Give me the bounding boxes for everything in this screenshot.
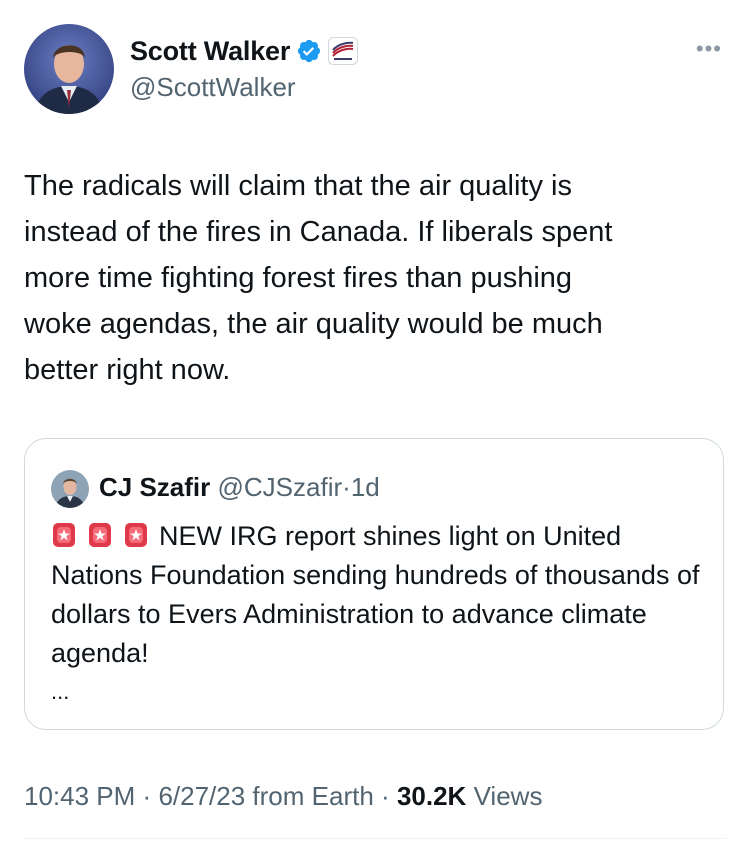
tweet-text: The radicals will claim that the air qua…	[24, 170, 613, 386]
more-options-icon[interactable]: •••	[696, 36, 722, 62]
verified-badge-icon[interactable]	[296, 38, 322, 64]
tweet-meta: 10:43 PM · 6/27/23 from Earth · 30.2K Vi…	[24, 778, 542, 814]
display-name-row: Scott Walker	[130, 34, 359, 68]
quoted-display-name[interactable]: CJ Szafir	[99, 472, 210, 502]
author-avatar[interactable]	[24, 24, 114, 114]
quoted-body: NEW IRG report shines light on United Na…	[51, 517, 711, 709]
author-handle[interactable]: @ScottWalker	[130, 72, 358, 103]
meta-separator: ·	[142, 781, 152, 811]
tweet-header: Scott Walker @ScottWalker •••	[24, 24, 726, 116]
views-label: Views	[473, 781, 543, 811]
quoted-handle[interactable]: @CJSzafir	[218, 472, 343, 502]
police-light-icon	[123, 521, 149, 549]
meta-separator: ·	[381, 781, 390, 811]
divider	[24, 838, 726, 839]
quoted-truncation: ...	[51, 679, 70, 704]
affiliation-flag-icon[interactable]	[328, 37, 359, 65]
police-light-icon	[87, 521, 113, 549]
views-count: 30.2K	[396, 781, 467, 811]
quoted-separator: ·	[342, 472, 351, 502]
tweet-source: from Earth	[252, 781, 374, 811]
tweet-time[interactable]: 10:43 PM	[24, 781, 135, 811]
quoted-tweet-card[interactable]: CJ Szafir @CJSzafir·1d NEW IRG report sh…	[24, 438, 724, 730]
quoted-header: CJ Szafir @CJSzafir·1d	[99, 469, 380, 505]
author-display-name[interactable]: Scott Walker	[130, 36, 290, 67]
quoted-timestamp[interactable]: 1d	[351, 472, 380, 502]
author-names: Scott Walker @ScottWalker	[130, 34, 359, 103]
tweet-date[interactable]: 6/27/23	[158, 781, 245, 811]
police-light-icon	[51, 521, 77, 549]
quoted-author-avatar[interactable]	[51, 470, 89, 508]
